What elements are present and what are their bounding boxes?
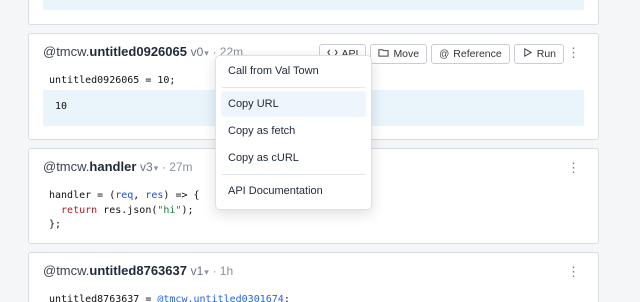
play-icon <box>522 47 533 61</box>
menu-item-copy-url[interactable]: Copy URL <box>221 91 366 117</box>
timestamp: · 27m <box>161 160 193 174</box>
output-value: 10 <box>55 101 68 112</box>
code-line: handler = (req, res) => { <box>49 189 200 204</box>
code-token: ); <box>181 204 194 216</box>
chevron-down-icon: ▾ <box>153 163 159 173</box>
output-panel <box>43 0 584 10</box>
version-selector[interactable]: v3▾ <box>140 160 158 174</box>
code-line: }; <box>49 219 62 230</box>
code-line: return res.json("hi"); <box>49 204 200 219</box>
code-token: , <box>133 190 146 201</box>
val-username[interactable]: @tmcw. <box>43 263 89 278</box>
version-selector[interactable]: v0▾ <box>191 45 209 59</box>
val-name[interactable]: untitled8763637 <box>89 263 187 278</box>
at-sign-icon: @ <box>439 48 450 60</box>
code-token: res.json( <box>103 204 158 216</box>
folder-icon <box>378 47 390 61</box>
code-editor[interactable]: untitled8763637 = @tmcw.untitled0301674; <box>49 293 290 302</box>
val-card-previous <box>28 0 599 25</box>
code-token: ; <box>283 294 290 302</box>
code-line: untitled0926065 = 10; <box>49 75 176 86</box>
val-username[interactable]: @tmcw. <box>43 159 89 174</box>
chevron-down-icon: ▾ <box>204 267 209 277</box>
menu-item-api-documentation[interactable]: API Documentation <box>221 178 366 204</box>
val-username[interactable]: @tmcw. <box>43 44 89 59</box>
timestamp: · 1h <box>212 264 234 278</box>
menu-item-copy-as-fetch[interactable]: Copy as fetch <box>221 118 366 144</box>
chevron-down-icon: ▾ <box>204 48 209 58</box>
val-header: @tmcw.handler v3▾ · 27m <box>43 159 193 174</box>
code-token: res <box>145 190 164 201</box>
menu-item-call-from-val-town[interactable]: Call from Val Town <box>221 58 366 84</box>
code-token: req <box>115 190 134 201</box>
val-name[interactable]: handler <box>89 159 136 174</box>
move-label: Move <box>393 48 420 60</box>
more-options-icon[interactable]: ⋮ <box>567 265 580 278</box>
code-editor[interactable]: untitled0926065 = 10; <box>49 74 175 89</box>
code-token: handler = ( <box>49 190 116 201</box>
code-token: return <box>49 204 104 216</box>
code-editor[interactable]: handler = (req, res) => { return res.jso… <box>49 189 200 233</box>
run-button[interactable]: Run <box>513 44 564 64</box>
api-dropdown-menu: Call from Val Town Copy URL Copy as fetc… <box>215 55 372 210</box>
code-token: ) => { <box>163 190 200 201</box>
version-label: v3 <box>140 160 153 174</box>
run-label: Run <box>536 48 556 60</box>
menu-divider <box>222 87 365 88</box>
val-header: @tmcw.untitled8763637 v1▾ · 1h <box>43 263 233 278</box>
more-options-icon[interactable]: ⋮ <box>567 46 580 59</box>
code-token: untitled8763637 = <box>49 294 158 302</box>
val-reference-link[interactable]: @tmcw.untitled0301674 <box>157 294 283 302</box>
reference-label: Reference <box>453 48 502 60</box>
version-selector[interactable]: v1▾ <box>191 264 209 278</box>
val-name[interactable]: untitled0926065 <box>89 44 187 59</box>
code-token: "hi" <box>157 204 182 216</box>
reference-button[interactable]: @ Reference <box>431 44 510 64</box>
more-options-icon[interactable]: ⋮ <box>567 161 580 174</box>
version-label: v0 <box>190 45 204 59</box>
menu-divider <box>222 174 365 175</box>
menu-item-copy-as-curl[interactable]: Copy as cURL <box>221 145 366 171</box>
val-header: @tmcw.untitled0926065 v0▾ · 22m <box>43 44 243 59</box>
val-card-untitled8763637: @tmcw.untitled8763637 v1▾ · 1h ⋮ untitle… <box>28 252 599 302</box>
move-button[interactable]: Move <box>370 44 428 64</box>
version-label: v1 <box>190 264 204 278</box>
